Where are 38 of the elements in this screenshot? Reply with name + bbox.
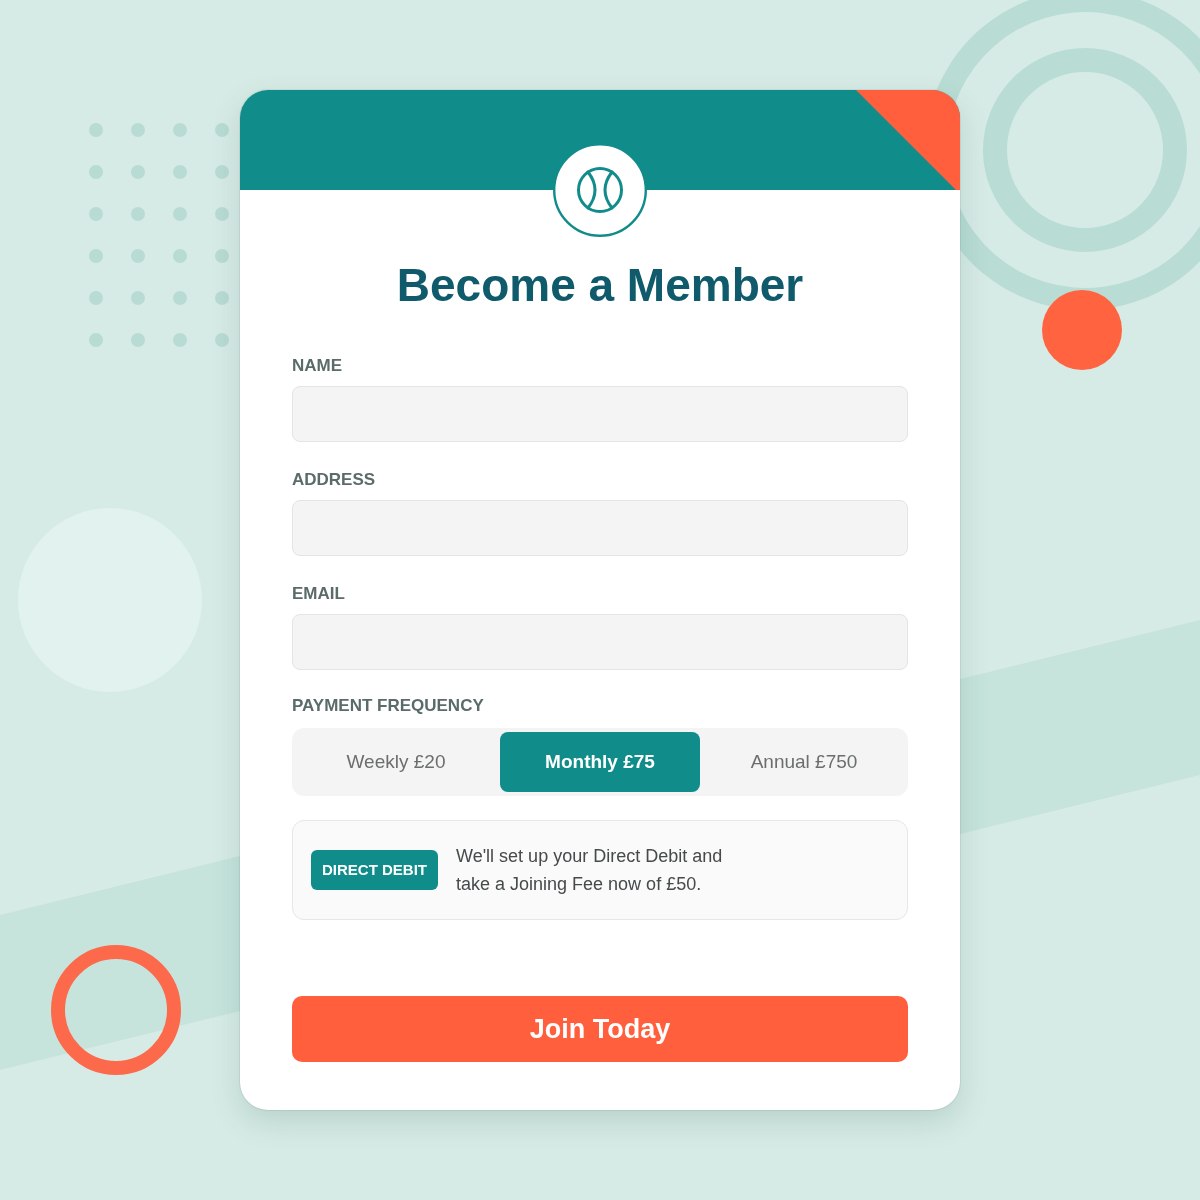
decorative-dot	[215, 291, 229, 305]
frequency-option[interactable]: Monthly £75	[500, 732, 700, 792]
form-title: Become a Member	[395, 258, 805, 313]
decorative-dot	[215, 333, 229, 347]
decorative-dot	[215, 207, 229, 221]
field-label: EMAIL	[292, 584, 345, 604]
decorative-dot	[131, 333, 145, 347]
join-button[interactable]: Join Today	[292, 996, 908, 1062]
decorative-dot	[173, 207, 187, 221]
decorative-dot	[89, 165, 103, 179]
decorative-dot	[89, 249, 103, 263]
decorative-dot	[131, 123, 145, 137]
decorative-dot	[89, 333, 103, 347]
decorative-dot	[89, 207, 103, 221]
payment-method-badge: DIRECT DEBIT	[311, 850, 438, 890]
field-label: NAME	[292, 356, 343, 376]
frequency-option[interactable]: Annual £750	[704, 732, 904, 792]
input-field[interactable]	[292, 386, 908, 442]
field-label: PAYMENT FREQUENCY	[292, 696, 484, 716]
input-field[interactable]	[292, 614, 908, 670]
decorative-dot	[89, 123, 103, 137]
decorative-dot	[173, 249, 187, 263]
frequency-option[interactable]: Weekly £20	[296, 732, 496, 792]
input-field[interactable]	[292, 500, 908, 556]
decorative-dot	[131, 291, 145, 305]
decorative-dot	[215, 123, 229, 137]
decorative-dot	[215, 165, 229, 179]
decorative-dot	[131, 249, 145, 263]
decorative-dot	[131, 207, 145, 221]
decorative-dot	[215, 249, 229, 263]
field-label: ADDRESS	[292, 470, 376, 490]
decorative-dot	[173, 333, 187, 347]
decorative-dot	[173, 123, 187, 137]
decorative-dot	[173, 165, 187, 179]
decorative-dot	[173, 291, 187, 305]
notice-text: We'll set up your Direct Debit and take a Joining Fee now of £50.	[456, 845, 724, 896]
decorative-dot	[131, 165, 145, 179]
decorative-dot	[89, 291, 103, 305]
